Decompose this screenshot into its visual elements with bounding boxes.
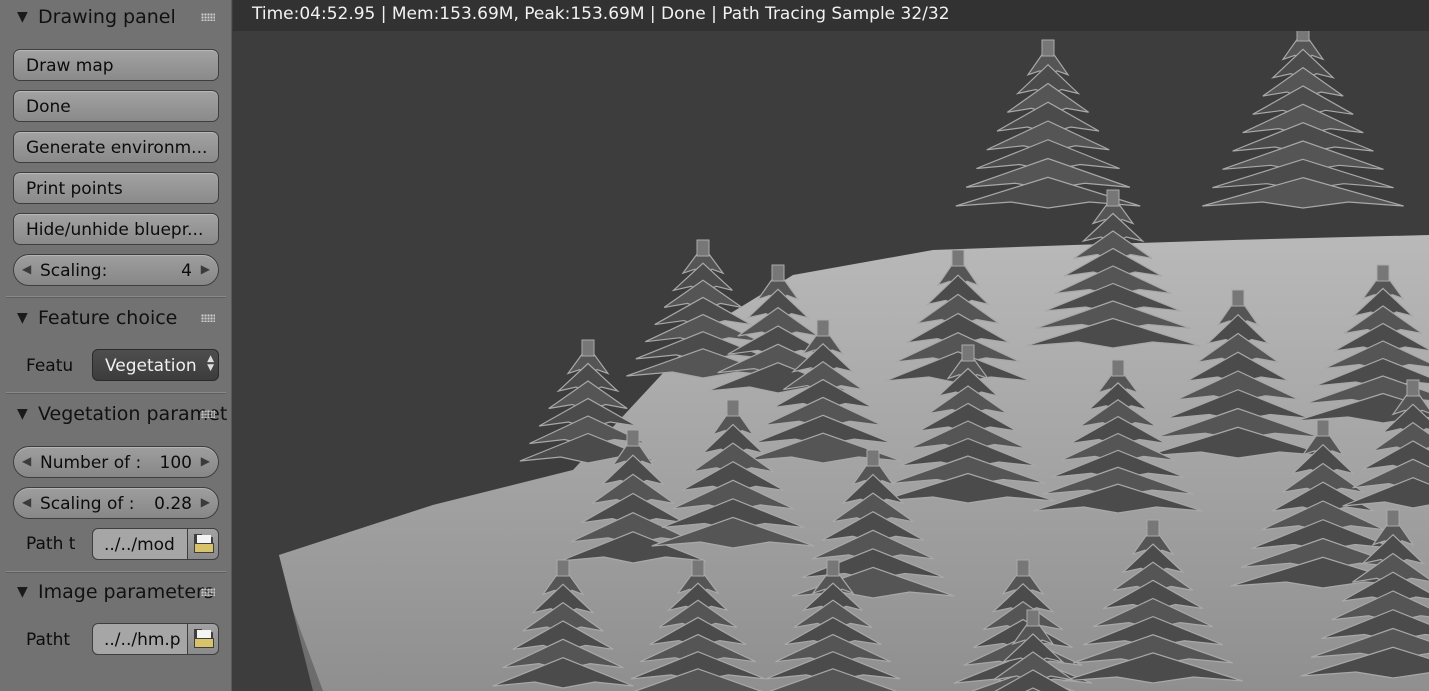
image-parameters-header[interactable]: ▼ Image parameters	[0, 577, 231, 607]
increment-arrow-icon[interactable]: ▶	[201, 454, 210, 468]
model-path-label: Path t	[26, 534, 76, 554]
image-parameters-title: Image parameters	[38, 581, 214, 603]
browse-folder-button[interactable]	[187, 623, 219, 655]
collapse-triangle-icon[interactable]: ▼	[17, 406, 31, 422]
number-of-label: Number of :	[40, 453, 142, 473]
decrement-arrow-icon[interactable]: ◀	[22, 262, 31, 276]
feature-dropdown-value: Vegetation	[105, 356, 197, 376]
updown-arrows-icon: ▲ ▼	[207, 354, 214, 373]
model-path-field[interactable]: ../../mod	[92, 528, 188, 560]
feature-choice-title: Feature choice	[38, 307, 178, 329]
scaling-number-field[interactable]: ◀ Scaling: 4 ▶	[13, 254, 219, 286]
vegetation-parameters-header[interactable]: ▼ Vegetation paramet	[0, 399, 231, 429]
increment-arrow-icon[interactable]: ▶	[201, 495, 210, 509]
drag-grip-icon[interactable]	[201, 314, 215, 322]
draw-map-button[interactable]: Draw map	[13, 49, 219, 81]
drawing-panel-title: Drawing panel	[38, 6, 176, 28]
feature-label: Featu	[26, 356, 74, 376]
print-points-button[interactable]: Print points	[13, 172, 219, 204]
done-button[interactable]: Done	[13, 90, 219, 122]
number-of-field[interactable]: ◀ Number of : 100 ▶	[13, 446, 219, 478]
scaling-of-label: Scaling of :	[40, 494, 135, 514]
decrement-arrow-icon[interactable]: ◀	[22, 495, 31, 509]
render-status-bar: Time:04:52.95 | Mem:153.69M, Peak:153.69…	[233, 0, 1429, 31]
feature-dropdown[interactable]: Vegetation ▲ ▼	[92, 349, 219, 381]
scaling-of-field[interactable]: ◀ Scaling of : 0.28 ▶	[13, 487, 219, 519]
generate-environment-button[interactable]: Generate environm...	[13, 131, 219, 163]
rendered-forest-scene	[279, 24, 1429, 691]
collapse-triangle-icon[interactable]: ▼	[17, 310, 31, 326]
render-viewport[interactable]: Time:04:52.95 | Mem:153.69M, Peak:153.69…	[233, 0, 1429, 691]
collapse-triangle-icon[interactable]: ▼	[17, 584, 31, 600]
section-divider	[6, 296, 226, 298]
pine-tree	[955, 39, 1141, 209]
collapse-triangle-icon[interactable]: ▼	[17, 9, 31, 25]
browse-folder-button[interactable]	[187, 528, 219, 560]
drag-grip-icon[interactable]	[201, 410, 215, 418]
section-divider	[6, 392, 226, 394]
pine-tree	[1202, 24, 1404, 209]
heightmap-path-label: Patht	[26, 630, 71, 650]
scaling-value: 4	[181, 261, 192, 281]
heightmap-path-field[interactable]: ../../hm.p	[92, 623, 188, 655]
decrement-arrow-icon[interactable]: ◀	[22, 454, 31, 468]
drag-grip-icon[interactable]	[201, 588, 215, 596]
section-divider	[6, 571, 226, 573]
vegetation-parameters-title: Vegetation paramet	[38, 403, 228, 425]
feature-choice-header[interactable]: ▼ Feature choice	[0, 303, 231, 333]
number-of-value: 100	[159, 453, 192, 473]
drawing-sidebar: ▼ Drawing panel Draw map Done Generate e…	[0, 0, 232, 691]
hide-unhide-blueprint-button[interactable]: Hide/unhide bluepr...	[13, 213, 219, 245]
scaling-label: Scaling:	[40, 261, 108, 281]
drag-grip-icon[interactable]	[201, 13, 215, 21]
drawing-panel-header[interactable]: ▼ Drawing panel	[0, 2, 231, 32]
scaling-of-value: 0.28	[154, 494, 192, 514]
increment-arrow-icon[interactable]: ▶	[201, 262, 210, 276]
